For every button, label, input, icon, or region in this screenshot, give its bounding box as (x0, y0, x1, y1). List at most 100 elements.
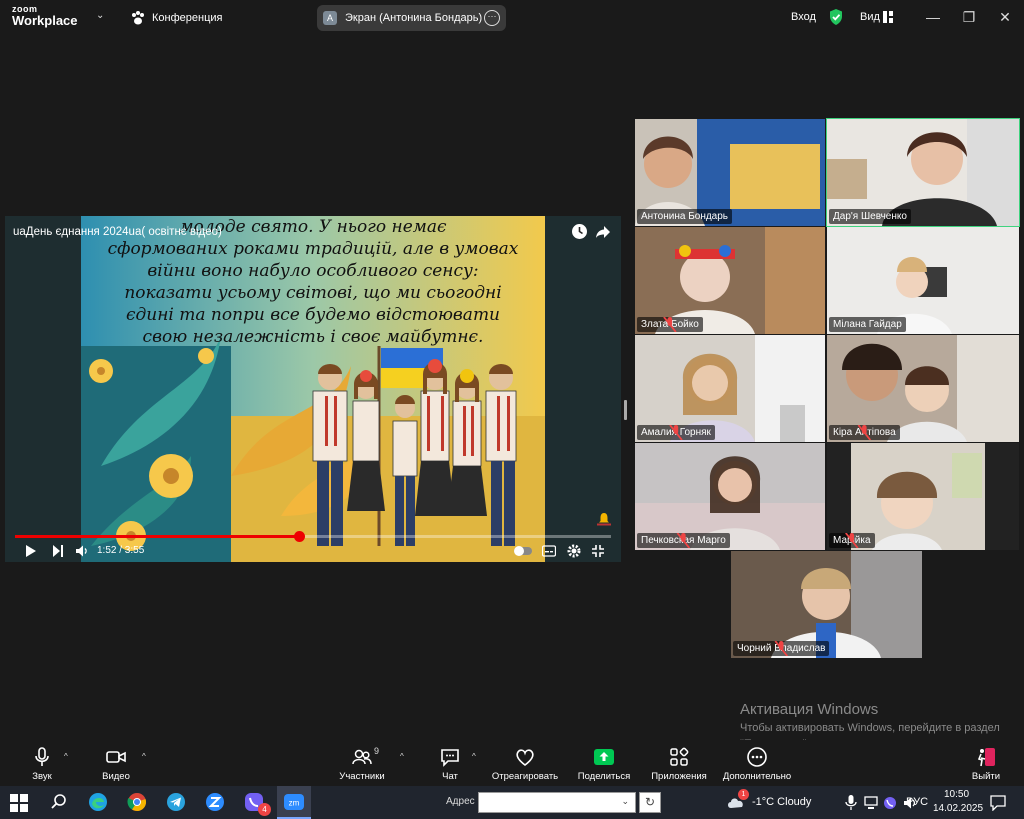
title-bar: zoom Workplace ⌄ Конференция A Экран (Ан… (0, 0, 1024, 36)
clock-icon[interactable] (571, 223, 588, 240)
share-screen-label: Поделиться (577, 771, 631, 782)
video-options-caret[interactable]: ^ (142, 752, 146, 761)
close-button[interactable]: ✕ (993, 6, 1017, 28)
chevron-down-icon[interactable]: ⌄ (621, 796, 629, 807)
progress-scrubber[interactable] (294, 531, 306, 542)
apps-icon (670, 747, 689, 766)
react-button[interactable]: Отреагировать (490, 740, 560, 786)
play-icon[interactable] (25, 544, 37, 558)
weather-text[interactable]: -1°C Cloudy (752, 796, 811, 808)
more-button[interactable]: Дополнительно (718, 740, 796, 786)
address-label: Адрес (446, 796, 475, 807)
next-icon[interactable] (52, 544, 64, 558)
participant-name-label: Амалия Горняк (637, 425, 715, 440)
zoom-logo: zoom Workplace (12, 5, 78, 28)
screen-share-indicator[interactable]: A Экран (Антонина Бондарь) ⋯ (317, 5, 506, 31)
camera-icon (106, 751, 126, 763)
participant-tile[interactable]: Антонина Бондарь (635, 119, 825, 226)
svg-text:zm: zm (289, 799, 300, 808)
participant-tile[interactable]: Чорний Владислав (731, 551, 922, 658)
participant-tile-active-speaker[interactable]: Дар'я Шевченко (826, 118, 1020, 227)
share-screen-icon (594, 749, 614, 765)
mic-muted-icon (663, 317, 677, 332)
participant-tile[interactable]: Марійка (827, 443, 1019, 550)
clock-date[interactable]: 14.02.2025 (933, 803, 983, 814)
participant-name-label: Дар'я Шевченко (829, 209, 911, 224)
zoom-meetings-taskbar-button[interactable]: zm (277, 786, 311, 819)
leave-button[interactable]: Выйти (966, 740, 1006, 786)
subtitles-icon[interactable] (542, 544, 556, 558)
network-icon[interactable] (864, 796, 878, 810)
address-input[interactable]: ⌄ (478, 792, 636, 813)
notification-badge: 4 (258, 803, 271, 816)
video-title[interactable]: uaДень єднання 2024ua( освітнє відео) (13, 226, 222, 238)
zoom-icon[interactable] (204, 791, 226, 813)
video-label: Видео (102, 771, 130, 782)
video-progress-bar[interactable] (15, 531, 611, 542)
participant-tile[interactable]: Мілана Гайдар (827, 227, 1019, 334)
telegram-icon[interactable] (165, 791, 187, 813)
restore-button[interactable]: ❐ (957, 6, 981, 28)
weather-widget-icon[interactable]: 1 (726, 789, 749, 811)
view-button[interactable]: Вид (860, 11, 880, 23)
meeting-label[interactable]: Конференция (152, 12, 222, 24)
apps-label: Приложения (651, 771, 707, 782)
minimize-button[interactable]: — (921, 6, 945, 28)
edge-icon[interactable] (87, 791, 109, 813)
volume-icon[interactable] (75, 544, 89, 558)
address-value (479, 798, 482, 809)
clock-time[interactable]: 10:50 (944, 789, 969, 800)
fullscreen-exit-icon[interactable] (591, 544, 605, 558)
participant-tile[interactable]: Печковская Марго (635, 443, 825, 550)
microphone-tray-icon[interactable] (845, 795, 857, 811)
search-icon[interactable] (48, 791, 70, 813)
chat-options-caret[interactable]: ^ (472, 752, 476, 761)
windows-activation-title: Активация Windows (740, 701, 879, 718)
share-screen-button[interactable]: Поделиться (574, 740, 634, 786)
participant-name-label: Марійка (829, 533, 875, 548)
signin-button[interactable]: Вход (791, 11, 816, 23)
participants-button[interactable]: Участники (334, 740, 390, 786)
mic-muted-icon (676, 533, 691, 548)
zoom-window: zoom Workplace ⌄ Конференция A Экран (Ан… (0, 0, 1024, 819)
react-label: Отреагировать (491, 771, 559, 782)
participant-tile[interactable]: Кіра Антіпова (827, 335, 1019, 442)
paw-icon (132, 11, 144, 25)
participant-tile[interactable]: Злата Бойко (635, 227, 825, 334)
autoplay-toggle-icon[interactable] (514, 544, 532, 558)
apps-button[interactable]: Приложения (646, 740, 712, 786)
more-icon (747, 747, 767, 767)
viber-button[interactable]: 4 (243, 791, 271, 816)
participant-tile[interactable]: Амалия Горняк (635, 335, 825, 442)
audio-options-caret[interactable]: ^ (64, 752, 68, 761)
audio-label: Звук (32, 771, 52, 782)
language-indicator[interactable]: РУС (906, 796, 928, 808)
video-button[interactable]: Видео (96, 740, 136, 786)
split-view-handle[interactable] (624, 400, 627, 420)
notification-icon[interactable] (990, 795, 1006, 811)
mic-muted-icon (857, 425, 872, 440)
refresh-button[interactable]: ↻ (639, 792, 661, 813)
chat-button[interactable]: Чат (432, 740, 468, 786)
shield-icon[interactable] (828, 8, 844, 26)
mic-icon (35, 747, 49, 766)
start-icon[interactable] (10, 794, 28, 812)
grid-view-icon[interactable] (883, 11, 893, 23)
leave-label: Выйти (971, 771, 1001, 782)
zoom-meetings-icon: zm (284, 794, 304, 810)
viber-tray-icon[interactable] (883, 796, 897, 810)
audio-button[interactable]: Звук (22, 740, 62, 786)
shared-screen-video[interactable]: молоде свято. У нього немає сформованих … (5, 216, 621, 562)
chevron-down-icon[interactable]: ⌄ (96, 10, 104, 21)
participant-name-label: Антонина Бондарь (637, 209, 733, 224)
chrome-icon[interactable] (126, 791, 148, 813)
share-arrow-icon[interactable] (595, 224, 611, 240)
settings-gear-icon[interactable] (567, 544, 581, 558)
participant-name-label: Мілана Гайдар (829, 317, 906, 332)
mic-muted-icon (845, 533, 859, 548)
share-label: Экран (Антонина Бондарь) (345, 12, 483, 24)
participants-count: 9 (374, 746, 380, 756)
more-icon[interactable]: ⋯ (484, 10, 500, 26)
participants-options-caret[interactable]: ^ (400, 752, 404, 761)
mic-muted-icon (774, 641, 788, 656)
